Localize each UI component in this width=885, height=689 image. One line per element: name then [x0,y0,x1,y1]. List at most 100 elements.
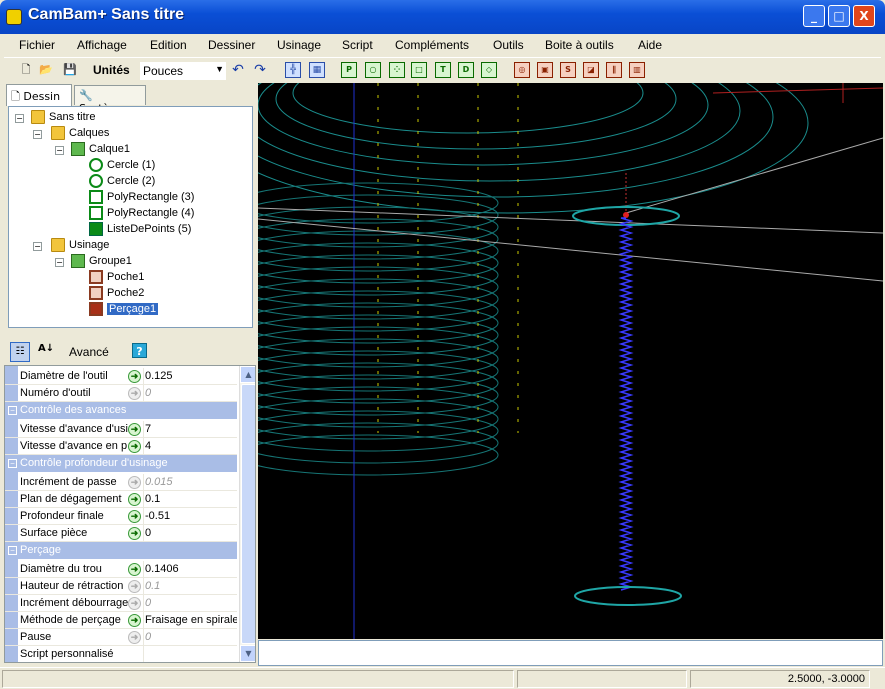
rectangle-icon[interactable]: □ [411,62,427,78]
prop-value-stock-surface[interactable]: 0 [145,527,237,539]
green-arrow-icon[interactable]: ➜ [128,527,141,540]
prop-row-stock-surface[interactable]: Surface pièce ➜ 0 [5,525,237,542]
tree-group1[interactable]: Groupe1 [71,254,132,270]
menu-aide[interactable]: Aide [638,38,662,52]
prop-value-tool-diameter[interactable]: 0.125 [145,370,237,382]
curve-icon[interactable]: D [458,62,474,78]
box-icon[interactable]: ◇ [481,62,497,78]
operation-pocket-icon[interactable]: ▣ [537,62,553,78]
prop-row-custom-script[interactable]: Script personnalisé [5,646,237,662]
green-arrow-icon[interactable]: ➜ [128,563,141,576]
collapse-icon[interactable]: − [8,406,17,415]
scroll-up-icon[interactable]: ▲ [240,366,255,383]
collapse-icon[interactable]: − [33,130,42,139]
tab-systeme[interactable]: 🔧 Système [74,85,146,115]
units-select[interactable]: Pouces ▼ [139,61,227,81]
text-icon[interactable]: T [435,62,451,78]
sort-alpha-icon[interactable]: A↓ [38,343,54,354]
help-icon[interactable]: ? [132,343,147,358]
collapse-icon[interactable]: − [55,258,64,267]
operation-3d-icon[interactable]: ◪ [583,62,599,78]
menu-fichier[interactable]: Fichier [19,38,55,52]
points-icon[interactable]: ⁘ [389,62,405,78]
green-arrow-icon[interactable]: ➜ [128,493,141,506]
tree-item-listedepoints-5[interactable]: ListeDePoints (5) [89,222,191,238]
snap-grid-icon[interactable]: ╬ [285,62,301,78]
tree-item-cercle-1[interactable]: Cercle (1) [89,158,155,174]
collapse-icon[interactable]: − [8,459,17,468]
menu-affichage[interactable]: Affichage [77,38,127,52]
prop-row-depth-increment[interactable]: Incrément de passe ➜ 0.015 [5,474,237,491]
maximize-button[interactable]: □ [828,5,850,27]
tree-root[interactable]: Sans titre [31,110,95,126]
save-icon[interactable]: 💾 [62,62,78,78]
menu-edition[interactable]: Edition [150,38,187,52]
grey-arrow-icon[interactable]: ➜ [128,597,141,610]
prop-value-peck-distance[interactable]: 0 [145,597,237,609]
green-arrow-icon[interactable]: ➜ [128,510,141,523]
collapse-icon[interactable]: − [55,146,64,155]
menu-outils[interactable]: Outils [493,38,524,52]
prop-value-tool-number[interactable]: 0 [145,387,237,399]
close-button[interactable]: X [853,5,875,27]
operation-profile-icon[interactable]: ◎ [514,62,530,78]
tree-machining[interactable]: Usinage [51,238,109,254]
grey-arrow-icon[interactable]: ➜ [128,476,141,489]
undo-icon[interactable]: ↶ [230,62,246,78]
prop-value-drill-method[interactable]: Fraisage en spirale [145,614,237,626]
prop-value-depth-increment[interactable]: 0.015 [145,476,237,488]
collapse-icon[interactable]: − [15,114,24,123]
categorized-view-icon[interactable]: ☷ [10,342,30,362]
drawing-viewport[interactable] [258,83,883,639]
prop-value-retract-height[interactable]: 0.1 [145,580,237,592]
prop-row-dwell[interactable]: Pause ➜ 0 [5,629,237,646]
green-arrow-icon[interactable]: ➜ [128,423,141,436]
prop-row-drill-method[interactable]: Méthode de perçage ➜ Fraisage en spirale [5,612,237,629]
grey-arrow-icon[interactable]: ➜ [128,631,141,644]
grid-icon[interactable]: ▦ [309,62,325,78]
green-arrow-icon[interactable]: ➜ [128,370,141,383]
tree-op-poche1[interactable]: Poche1 [89,270,144,286]
new-file-icon[interactable]: 🗋 [18,62,34,78]
collapse-icon[interactable]: − [33,242,42,251]
prop-row-target-depth[interactable]: Profondeur finale ➜ -0.51 [5,508,237,525]
prop-value-clearance-plane[interactable]: 0.1 [145,493,237,505]
menu-usinage[interactable]: Usinage [277,38,321,52]
menu-complements[interactable]: Compléments [395,38,469,52]
tree-layer-calque1[interactable]: Calque1 [71,142,130,158]
green-arrow-icon[interactable]: ➜ [128,614,141,627]
redo-icon[interactable]: ↷ [252,62,268,78]
operation-lathe-icon[interactable]: ▥ [629,62,645,78]
category-drilling[interactable]: − Perçage [5,542,237,559]
menu-script[interactable]: Script [342,38,373,52]
prop-row-peck-distance[interactable]: Incrément débourrage ➜ 0 [5,595,237,612]
property-grid-scrollbar[interactable]: ▲ ▼ [239,366,255,662]
collapse-icon[interactable]: − [8,546,17,555]
prop-row-cut-feedrate[interactable]: Vitesse d'avance d'usi ➜ 7 [5,421,237,438]
minimize-button[interactable]: _ [803,5,825,27]
prop-value-plunge-feedrate[interactable]: 4 [145,440,237,452]
tab-dessin[interactable]: 🗋 Dessin [6,84,72,106]
prop-row-tool-number[interactable]: Numéro d'outil ➜ 0 [5,385,237,402]
tree-item-polyrectangle-4[interactable]: PolyRectangle (4) [89,206,194,222]
prop-row-retract-height[interactable]: Hauteur de rétraction ➜ 0.1 [5,578,237,595]
prop-row-plunge-feedrate[interactable]: Vitesse d'avance en p ➜ 4 [5,438,237,455]
tree-op-percage1[interactable]: Perçage1 [89,302,159,318]
green-arrow-icon[interactable]: ➜ [128,440,141,453]
tree-item-polyrectangle-3[interactable]: PolyRectangle (3) [89,190,194,206]
prop-value-cut-feedrate[interactable]: 7 [145,423,237,435]
prop-row-hole-diameter[interactable]: Diamètre du trou ➜ 0.1406 [5,561,237,578]
advanced-button[interactable]: Avancé [69,345,109,359]
prop-value-dwell[interactable]: 0 [145,631,237,643]
prop-row-clearance-plane[interactable]: Plan de dégagement ➜ 0.1 [5,491,237,508]
grey-arrow-icon[interactable]: ➜ [128,580,141,593]
open-folder-icon[interactable]: 📂 [38,62,54,78]
prop-value-target-depth[interactable]: -0.51 [145,510,237,522]
command-console[interactable] [258,640,883,666]
tree-op-poche2[interactable]: Poche2 [89,286,144,302]
category-depth-control[interactable]: − Contrôle profondeur d'usinage [5,455,237,472]
circle-icon[interactable]: ○ [365,62,381,78]
prop-value-hole-diameter[interactable]: 0.1406 [145,563,237,575]
tree-item-cercle-2[interactable]: Cercle (2) [89,174,155,190]
menu-boite-a-outils[interactable]: Boite à outils [545,38,614,52]
